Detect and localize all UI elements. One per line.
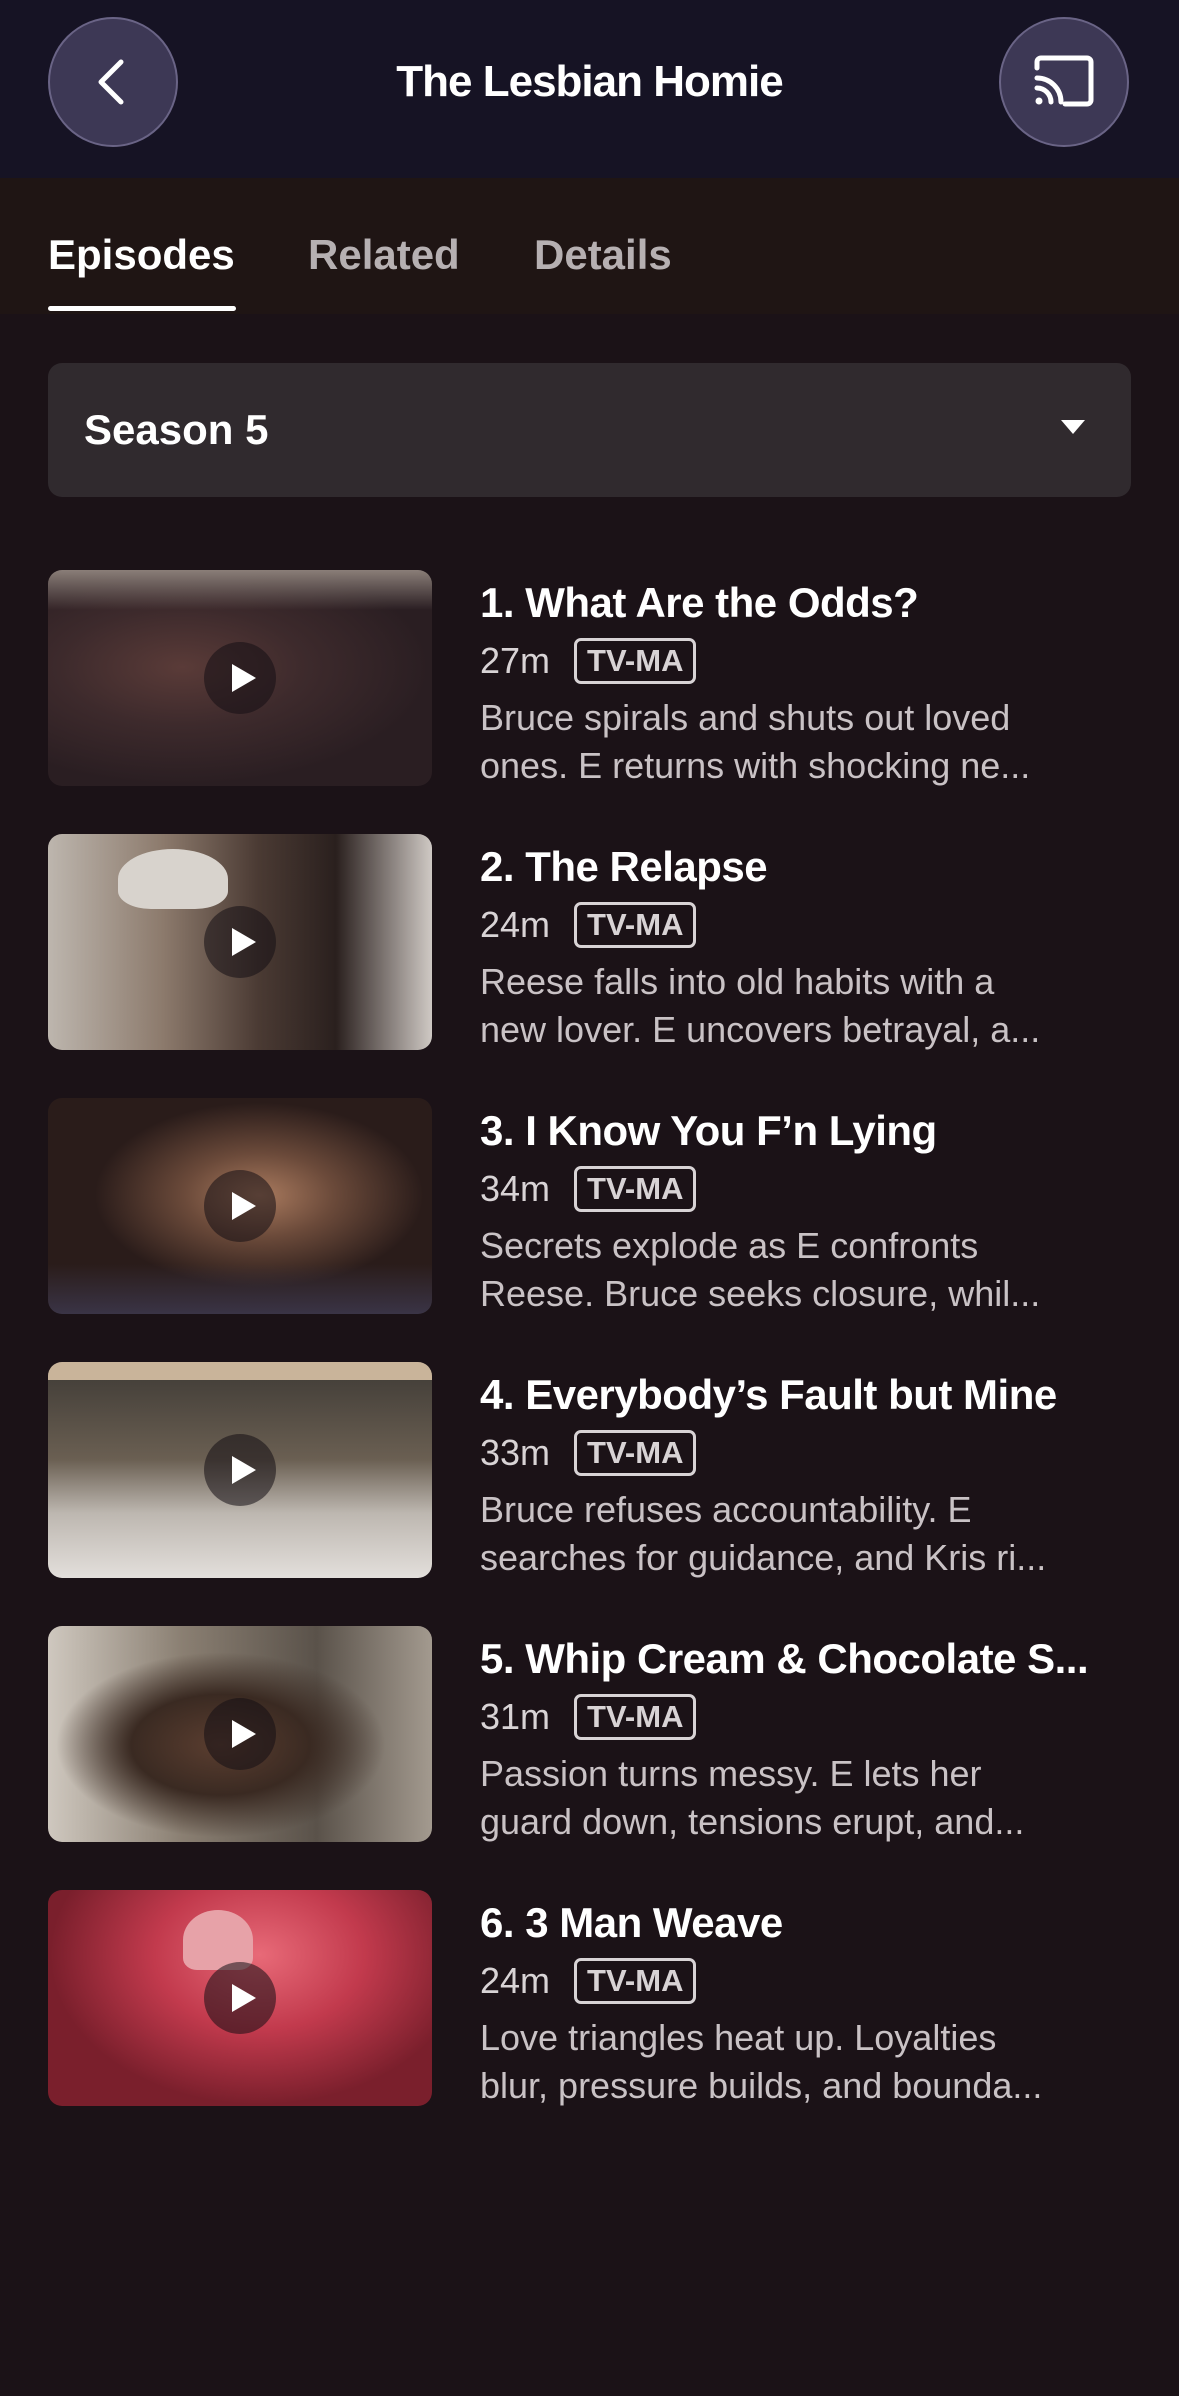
back-button[interactable] xyxy=(48,17,178,147)
episode-duration: 24m xyxy=(480,1960,551,2001)
season-dropdown-value: Season 5 xyxy=(84,406,269,453)
episode-description-line: Bruce refuses accountability. E xyxy=(480,1489,972,1530)
rating-badge: TV-MA xyxy=(574,1958,697,2004)
play-icon[interactable] xyxy=(204,906,276,978)
episode-duration: 34m xyxy=(480,1168,551,1209)
play-icon[interactable] xyxy=(204,1962,276,2034)
tab-related[interactable]: Related xyxy=(308,230,460,280)
top-bar: The Lesbian Homie xyxy=(0,0,1179,178)
rating-badge: TV-MA xyxy=(574,902,697,948)
episode-item[interactable]: 1. What Are the Odds? 27m TV-MA Bruce sp… xyxy=(48,570,1131,786)
tab-details[interactable]: Details xyxy=(534,230,672,280)
episode-title: 5. Whip Cream & Chocolate S... xyxy=(480,1635,1089,1682)
episode-description-line: new lover. E uncovers betrayal, a... xyxy=(480,1009,1041,1050)
chevron-left-icon xyxy=(98,59,124,105)
active-tab-indicator xyxy=(48,306,236,311)
episode-thumbnail[interactable] xyxy=(48,570,432,786)
caret-down-icon xyxy=(1061,420,1085,434)
episode-description-line: ones. E returns with shocking ne... xyxy=(480,745,1031,786)
episode-thumbnail[interactable] xyxy=(48,834,432,1050)
episode-title: 1. What Are the Odds? xyxy=(480,579,919,626)
episode-title: 4. Everybody’s Fault but Mine xyxy=(480,1371,1057,1418)
episode-thumbnail[interactable] xyxy=(48,1626,432,1842)
episode-duration: 31m xyxy=(480,1696,551,1737)
cast-icon xyxy=(1034,55,1094,107)
episode-title: 3. I Know You F’n Lying xyxy=(480,1107,937,1154)
episode-description-line: Secrets explode as E confronts xyxy=(480,1225,979,1266)
episode-description: Love triangles heat up. Loyalties blur, … xyxy=(480,2014,1140,2110)
episode-title: 2. The Relapse xyxy=(480,843,768,890)
episode-duration: 24m xyxy=(480,904,551,945)
episode-thumbnail[interactable] xyxy=(48,1098,432,1314)
episode-description-line: searches for guidance, and Kris ri... xyxy=(480,1537,1047,1578)
episode-thumbnail[interactable] xyxy=(48,1890,432,2106)
episode-description-line: Bruce spirals and shuts out loved xyxy=(480,697,1011,738)
episode-title: 6. 3 Man Weave xyxy=(480,1899,783,1946)
page-title: The Lesbian Homie xyxy=(396,57,783,106)
play-icon[interactable] xyxy=(204,642,276,714)
episode-description: Passion turns messy. E lets her guard do… xyxy=(480,1750,1140,1846)
episode-description-line: Passion turns messy. E lets her xyxy=(480,1753,982,1794)
play-icon[interactable] xyxy=(204,1434,276,1506)
rating-badge: TV-MA xyxy=(574,638,697,684)
tab-episodes[interactable]: Episodes xyxy=(48,230,235,280)
episode-description: Bruce spirals and shuts out loved ones. … xyxy=(480,694,1140,790)
play-icon[interactable] xyxy=(204,1698,276,1770)
cast-button[interactable] xyxy=(999,17,1129,147)
episode-thumbnail[interactable] xyxy=(48,1362,432,1578)
episode-item[interactable]: 2. The Relapse 24m TV-MA Reese falls int… xyxy=(48,834,1131,1050)
episode-item[interactable]: 6. 3 Man Weave 24m TV-MA Love triangles … xyxy=(48,1890,1131,2106)
season-dropdown[interactable]: Season 5 xyxy=(48,363,1131,497)
episode-description-line: Reese falls into old habits with a xyxy=(480,961,995,1002)
episode-description-line: blur, pressure builds, and bounda... xyxy=(480,2065,1043,2106)
episode-duration: 27m xyxy=(480,640,551,681)
episode-description-line: Love triangles heat up. Loyalties xyxy=(480,2017,997,2058)
episode-duration: 33m xyxy=(480,1432,551,1473)
rating-badge: TV-MA xyxy=(574,1430,697,1476)
episode-item[interactable]: 3. I Know You F’n Lying 34m TV-MA Secret… xyxy=(48,1098,1131,1314)
episode-item[interactable]: 4. Everybody’s Fault but Mine 33m TV-MA … xyxy=(48,1362,1131,1578)
episode-description-line: guard down, tensions erupt, and... xyxy=(480,1801,1025,1842)
rating-badge: TV-MA xyxy=(574,1166,697,1212)
rating-badge: TV-MA xyxy=(574,1694,697,1740)
episode-item[interactable]: 5. Whip Cream & Chocolate S... 31m TV-MA… xyxy=(48,1626,1131,1842)
play-icon[interactable] xyxy=(204,1170,276,1242)
tab-bar: Episodes Related Details xyxy=(0,178,1179,314)
episode-description: Secrets explode as E confronts Reese. Br… xyxy=(480,1222,1140,1318)
episode-description: Reese falls into old habits with a new l… xyxy=(480,958,1140,1054)
episode-description: Bruce refuses accountability. E searches… xyxy=(480,1486,1140,1582)
episode-description-line: Reese. Bruce seeks closure, whil... xyxy=(480,1273,1041,1314)
